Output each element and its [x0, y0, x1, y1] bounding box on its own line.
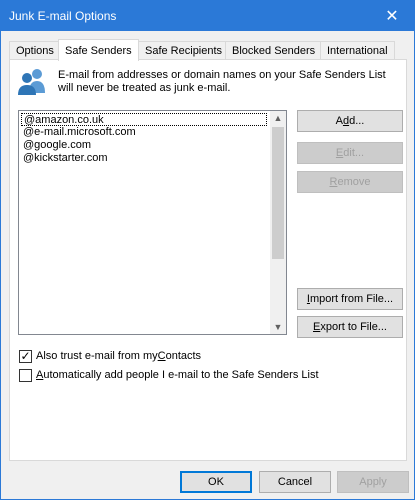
trust-contacts-checkbox[interactable]: ✓: [19, 348, 32, 363]
tab-label: Options: [16, 45, 54, 57]
label-part: ontacts: [165, 350, 202, 362]
tab-label: Blocked Senders: [232, 45, 316, 57]
tab-safe-senders[interactable]: Safe Senders: [58, 39, 139, 61]
safe-senders-panel: E-mail from addresses or domain names on…: [9, 59, 407, 461]
safe-senders-list[interactable]: @amazon.co.uk @e-mail.microsoft.com @goo…: [18, 110, 287, 335]
list-item[interactable]: @google.com: [21, 139, 91, 152]
tab-international[interactable]: International: [320, 41, 395, 60]
title-bar: Junk E-mail Options ✕: [1, 1, 414, 31]
label-part: mport from File...: [309, 293, 394, 305]
list-scrollbar[interactable]: ▲ ▼: [270, 111, 286, 334]
tab-label: Safe Recipients: [145, 45, 223, 57]
tab-label: International: [327, 45, 388, 57]
access-key: C: [157, 350, 166, 362]
import-from-file-button[interactable]: Import from File...: [297, 288, 403, 310]
tab-blocked-senders[interactable]: Blocked Senders: [225, 41, 323, 60]
trust-contacts-option[interactable]: ✓ Also trust e-mail from my Contacts: [19, 349, 201, 363]
scroll-up-icon[interactable]: ▲: [270, 111, 286, 125]
tab-options[interactable]: Options: [9, 41, 61, 60]
close-button[interactable]: ✕: [370, 1, 414, 31]
access-key: R: [329, 176, 338, 188]
label-part: utomatically add people I e-mail to the …: [43, 369, 319, 381]
label-part: A: [335, 115, 343, 127]
edit-button[interactable]: Edit...: [297, 142, 403, 164]
label-part: dit...: [343, 147, 365, 159]
label-part: emove: [337, 176, 371, 188]
access-key: E: [335, 147, 344, 159]
tab-safe-recipients[interactable]: Safe Recipients: [138, 41, 230, 60]
auto-add-option[interactable]: Automatically add people I e-mail to the…: [19, 368, 319, 382]
scroll-thumb[interactable]: [272, 127, 284, 259]
label-part: d...: [349, 115, 365, 127]
remove-button[interactable]: Remove: [297, 171, 403, 193]
label-part: xport to File...: [320, 321, 387, 333]
label-part: Also trust e-mail from my: [36, 350, 158, 362]
list-item[interactable]: @amazon.co.uk: [21, 113, 267, 126]
access-key: A: [36, 369, 44, 381]
close-icon: ✕: [385, 8, 399, 25]
list-item[interactable]: @kickstarter.com: [21, 152, 108, 165]
tab-label: Safe Senders: [65, 44, 132, 57]
list-item[interactable]: @e-mail.microsoft.com: [21, 126, 136, 139]
checkmark-icon: ✓: [20, 348, 31, 363]
cancel-button[interactable]: Cancel: [259, 471, 331, 493]
auto-add-checkbox[interactable]: [19, 368, 32, 382]
window-title: Junk E-mail Options: [9, 9, 117, 23]
people-icon: [18, 69, 45, 95]
tab-strip: Options Safe Senders Safe Recipients Blo…: [9, 39, 409, 61]
scroll-down-icon[interactable]: ▼: [270, 320, 286, 334]
description-text: E-mail from addresses or domain names on…: [58, 69, 386, 94]
export-to-file-button[interactable]: Export to File...: [297, 316, 403, 338]
apply-button[interactable]: Apply: [337, 471, 409, 493]
ok-button[interactable]: OK: [180, 471, 252, 493]
add-button[interactable]: Ad d...: [297, 110, 403, 132]
access-key: E: [313, 321, 321, 333]
junk-email-options-dialog: Junk E-mail Options ✕ Options Safe Sende…: [0, 0, 415, 500]
